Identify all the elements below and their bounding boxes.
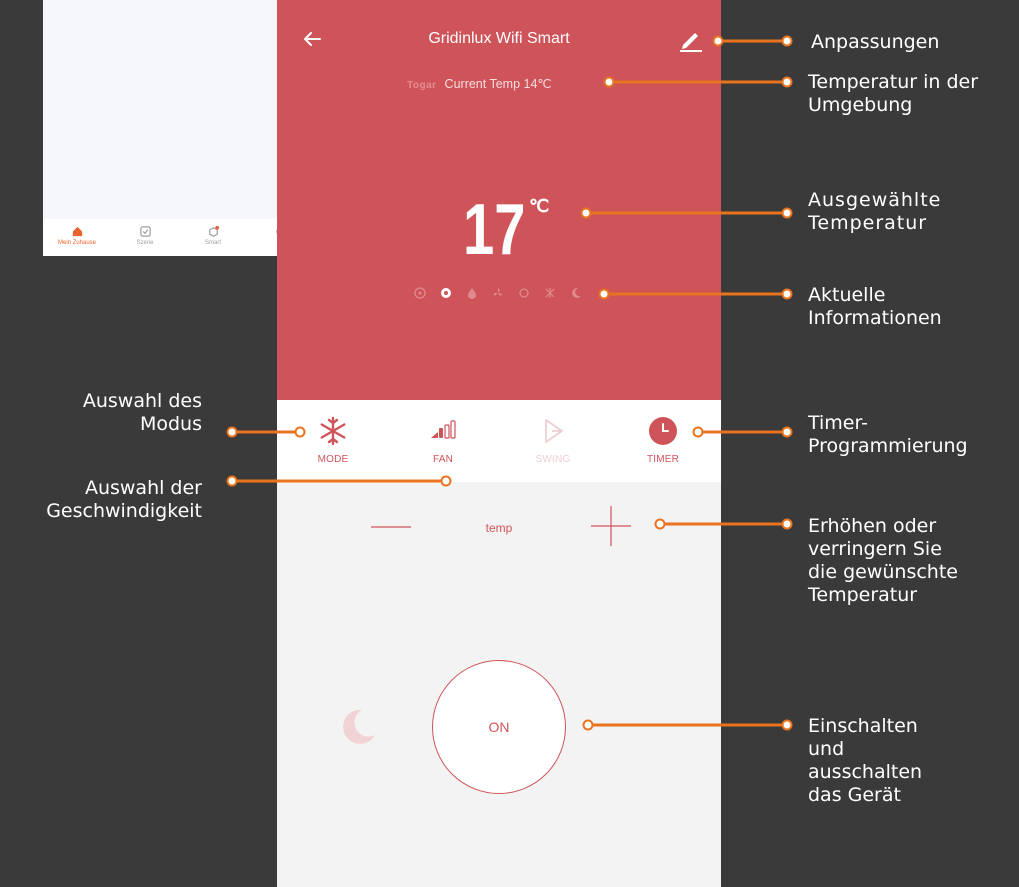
current-temp-text: Current Temp 14℃ [444, 77, 552, 91]
annotation-adjust-temp: Erhöhen oder verringern Sie die gewünsch… [808, 515, 958, 606]
mode-button[interactable]: MODE [293, 416, 373, 465]
setpoint-unit: ℃ [529, 196, 550, 216]
annotation-customize: Anpassungen [811, 31, 940, 53]
fan-icon [494, 288, 503, 296]
sleep-moon-icon [572, 287, 581, 298]
home-icon [72, 226, 82, 237]
swing-button[interactable]: SWING [513, 416, 593, 465]
power-label: ON [488, 719, 510, 735]
temp-adjust-label: temp [485, 521, 513, 535]
nav-item-home[interactable]: Mein Zuhause [43, 219, 111, 246]
sleep-moon-button[interactable] [337, 706, 379, 748]
bottom-navigation: Mein Zuhause Szene Smart P [43, 219, 315, 256]
auto-icon [414, 287, 426, 299]
scene-icon [139, 226, 151, 237]
app-header: Gridinlux Wifi Smart [277, 0, 721, 80]
background-app-screen: Mein Zuhause Szene Smart P [43, 0, 315, 256]
power-button[interactable]: ON [432, 660, 566, 794]
fan-button[interactable]: FAN [403, 416, 483, 465]
timer-label: TIMER [646, 454, 680, 465]
smart-icon [208, 225, 219, 237]
increase-temp-button[interactable] [589, 504, 633, 548]
annotation-ambient-temp: Temperatur in der Umgebung [808, 71, 979, 116]
control-strip: MODE FAN SWING TIMER [277, 400, 721, 482]
edit-pencil-icon[interactable] [675, 24, 705, 54]
annotation-timer: Timer-Programmierung [808, 412, 968, 457]
annotation-mode: Auswahl des Modus [82, 390, 202, 435]
status-icons [413, 286, 583, 300]
mode-label: MODE [317, 454, 349, 465]
setpoint-value: 17 [463, 190, 526, 270]
snowflake-icon [320, 416, 346, 446]
cool-snowflake-icon [441, 288, 451, 298]
swing-icon [545, 419, 563, 443]
nav-item-label: Mein Zuhause [57, 240, 97, 246]
annotation-current-info: Aktuelle Informationen [808, 284, 942, 329]
ambient-temperature: Togar Current Temp 14℃ [407, 76, 551, 91]
annotation-speed: Auswahl der Geschwindigkeit [46, 477, 202, 522]
timer-button[interactable]: TIMER [623, 416, 703, 465]
nav-item-scene[interactable]: Szene [111, 219, 179, 246]
status-panel: Gridinlux Wifi Smart Togar Current Temp 1… [277, 0, 721, 400]
swing-icon [545, 288, 555, 298]
annotation-power: Einschalten und ausschalten das Gerät [808, 715, 923, 806]
heat-sun-icon [519, 288, 529, 298]
nav-item-label: Szene [136, 240, 154, 246]
faint-status-label: Togar [407, 80, 437, 91]
swing-label: SWING [535, 454, 571, 465]
fan-speed-bars-icon [431, 420, 456, 439]
annotation-selected-temp: Ausgewählte Temperatur [808, 189, 942, 234]
dry-drop-icon [468, 288, 476, 299]
nav-item-label: Smart [204, 240, 221, 246]
app-title: Gridinlux Wifi Smart [428, 30, 570, 47]
nav-item-smart[interactable]: Smart [179, 219, 247, 246]
ac-remote-screen: Gridinlux Wifi Smart Togar Current Temp 1… [277, 0, 721, 887]
fan-label: FAN [432, 454, 454, 465]
clock-icon [649, 417, 677, 445]
